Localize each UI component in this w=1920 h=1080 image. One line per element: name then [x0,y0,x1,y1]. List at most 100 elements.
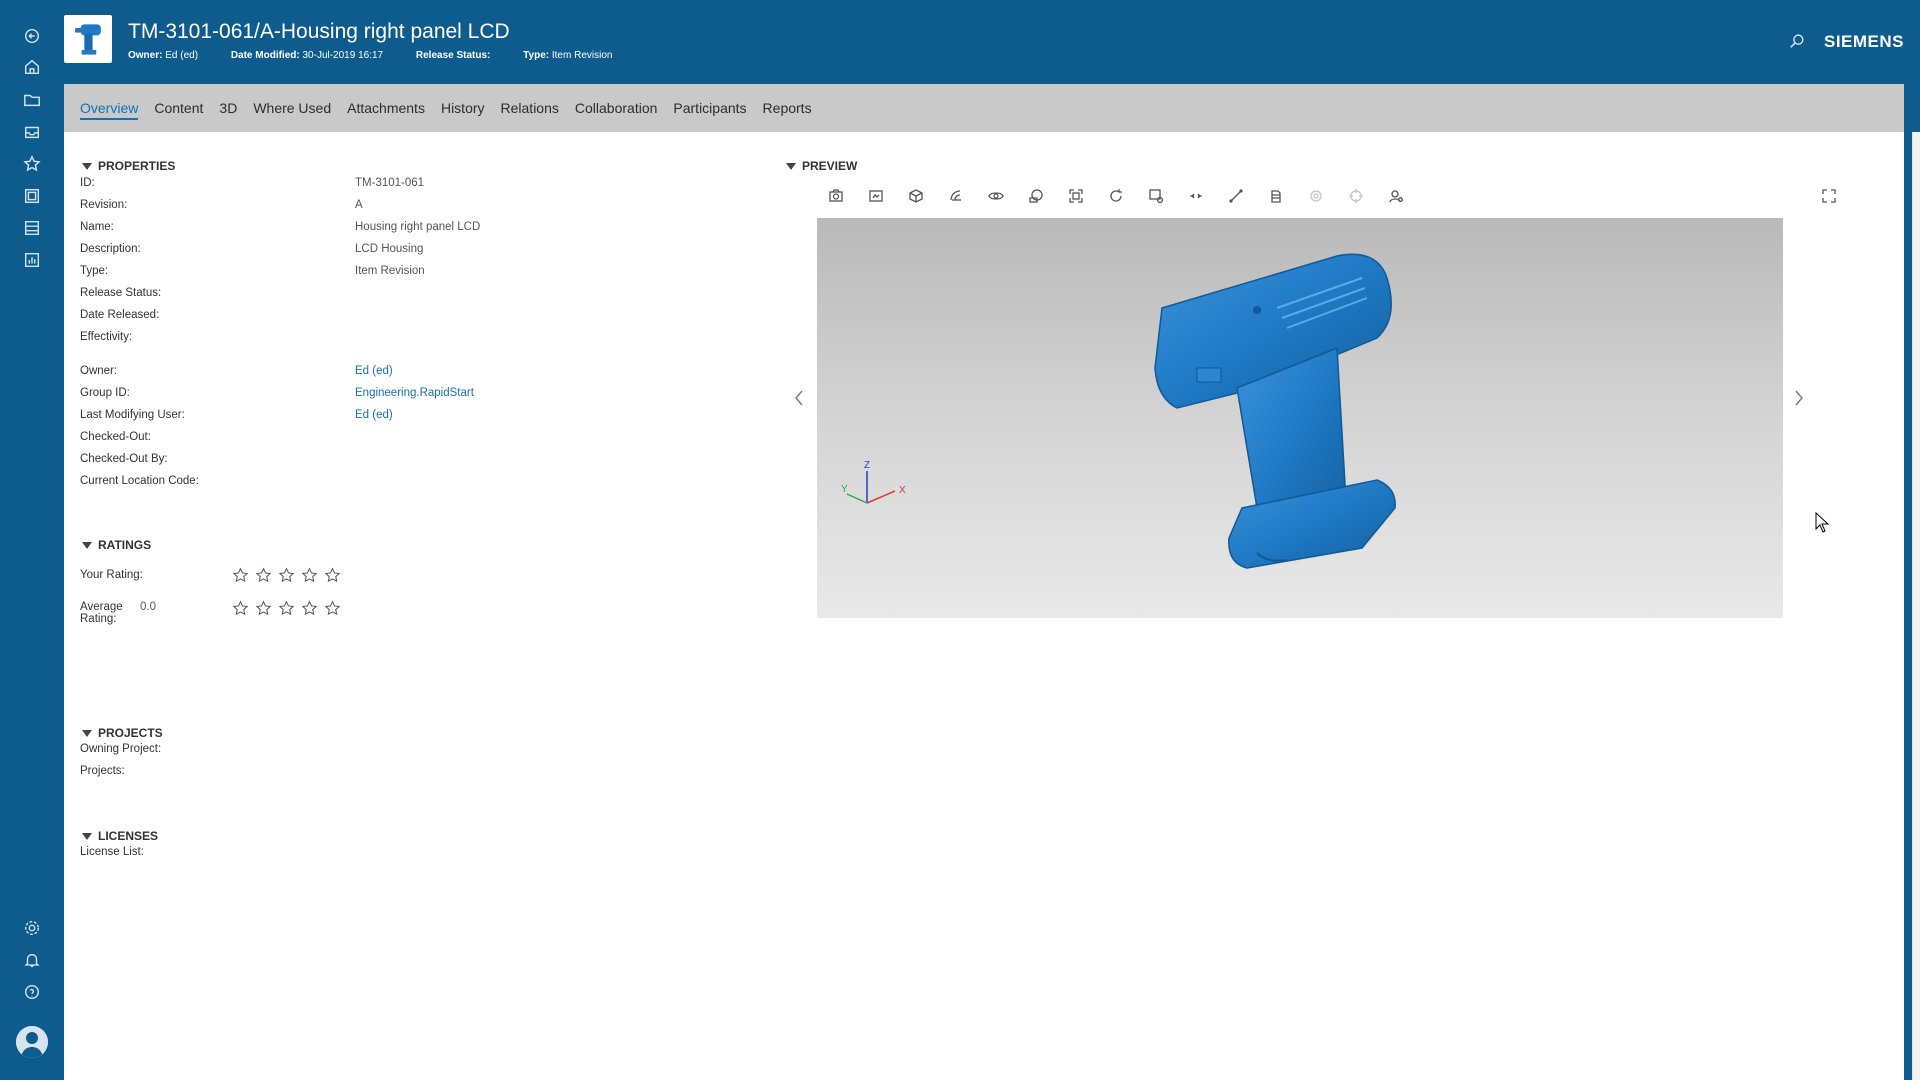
tab-overview[interactable]: Overview [80,84,139,132]
shading-icon[interactable] [944,184,968,208]
collapse-triangle-icon [82,541,92,549]
tab-attachments[interactable]: Attachments [347,84,425,132]
right-tools-rail [1912,132,1920,1080]
user-settings-icon[interactable] [1384,184,1408,208]
collapse-triangle-icon [786,162,796,170]
favorites-star-icon[interactable] [20,152,44,176]
previous-arrow-icon[interactable] [791,386,807,410]
your-rating-label: Your Rating: [80,569,143,581]
tab-collaboration[interactable]: Collaboration [575,84,658,132]
navigation-icon[interactable] [1184,184,1208,208]
release-status-label: Release Status: [415,50,491,61]
drill-housing-model: Z X Y [841,253,1396,569]
properties-section-toggle[interactable]: PROPERTIES [82,159,175,173]
visibility-eye-icon[interactable] [984,184,1008,208]
property-label: Last Modifying User: [80,409,185,421]
disabled-target-icon [1344,184,1368,208]
global-navigation-rail [0,0,64,1080]
inbox-icon[interactable] [20,120,44,144]
ratings-section-toggle[interactable]: RATINGS [82,538,151,552]
model-views-icon[interactable] [1264,184,1288,208]
property-label: Effectivity: [80,331,133,343]
license-list-label: License List: [80,846,144,858]
object-title: TM-3101-061/A-Housing right panel LCD [128,20,510,43]
search-icon[interactable] [1788,32,1808,52]
licenses-section-toggle[interactable]: LICENSES [82,829,158,843]
last-modifying-user-link[interactable]: Ed (ed) [355,409,393,421]
projects-heading: PROJECTS [98,726,163,740]
fullscreen-icon[interactable] [1817,184,1841,208]
property-label: Current Location Code: [80,475,199,487]
back-icon[interactable] [20,24,44,48]
collapse-triangle-icon [82,729,92,737]
star-icon [232,600,255,620]
average-rating-label-2: Rating: [80,613,117,625]
average-rating-label: Average [80,601,123,613]
owner-value: Ed (ed) [165,50,199,61]
property-label: Owner: [80,365,118,377]
tab-where-used[interactable]: Where Used [253,84,331,132]
settings-gear-icon[interactable] [20,916,44,940]
date-modified-label: Date Modified: [230,50,300,61]
group-id-link[interactable]: Engineering.RapidStart [355,387,474,399]
measure-icon[interactable] [1224,184,1248,208]
property-label: Checked-Out By: [80,453,168,465]
date-modified-value: 30-Jul-2019 16:17 [302,50,384,61]
star-icon [255,600,278,620]
average-rating-stars [232,600,347,620]
tab-history[interactable]: History [441,84,485,132]
y-axis-label: Y [841,484,848,495]
properties-heading: PROPERTIES [98,159,176,173]
property-value: TM-3101-061 [355,177,425,189]
object-header: TM-3101-061/A-Housing right panel LCD Ow… [64,0,1904,84]
disabled-gear-icon [1304,184,1328,208]
display-mode-icon[interactable] [904,184,928,208]
tab-content[interactable]: Content [154,84,203,132]
reports-icon[interactable] [20,248,44,272]
property-value: Housing right panel LCD [355,221,481,233]
owner-link[interactable]: Ed (ed) [355,365,393,377]
folder-icon[interactable] [20,88,44,112]
help-icon[interactable] [20,980,44,1004]
star-icon[interactable] [324,567,347,587]
star-icon [301,600,324,620]
image-capture-icon[interactable] [864,184,888,208]
owner-label: Owner: [128,50,163,61]
tab-3d[interactable]: 3D [219,84,237,132]
projects-section-toggle[interactable]: PROJECTS [82,726,163,740]
gallery-icon[interactable] [20,184,44,208]
notifications-bell-icon[interactable] [20,948,44,972]
mouse-cursor-icon [1815,511,1830,534]
licenses-heading: LICENSES [98,829,159,843]
tab-participants[interactable]: Participants [673,84,746,132]
snapshot-icon[interactable] [824,184,848,208]
collapse-triangle-icon [82,832,92,840]
tab-relations[interactable]: Relations [501,84,559,132]
star-icon[interactable] [255,567,278,587]
home-icon[interactable] [20,55,44,79]
changes-icon[interactable] [20,216,44,240]
rotate-icon[interactable] [1104,184,1128,208]
object-meta: Owner: Ed (ed) Date Modified: 30-Jul-201… [128,50,642,61]
next-arrow-icon[interactable] [1791,386,1807,410]
star-icon[interactable] [301,567,324,587]
user-avatar[interactable] [16,1026,48,1058]
3d-viewer-canvas[interactable]: Z X Y [817,218,1783,618]
tab-bar: Overview Content 3D Where Used Attachmen… [64,84,1904,132]
star-icon [324,600,347,620]
star-icon[interactable] [278,567,301,587]
star-icon[interactable] [232,567,255,587]
preview-section-toggle[interactable]: PREVIEW [786,159,857,173]
fit-all-icon[interactable] [1064,184,1088,208]
property-label: Checked-Out: [80,431,151,443]
selection-filter-icon[interactable] [1144,184,1168,208]
section-icon[interactable] [1024,184,1048,208]
your-rating-stars[interactable] [232,567,347,587]
property-label: Release Status: [80,287,162,299]
property-label: Description: [80,243,141,255]
property-label: Revision: [80,199,128,211]
z-axis-label: Z [864,460,870,471]
tab-reports[interactable]: Reports [763,84,812,132]
property-value: LCD Housing [355,243,424,255]
collapse-triangle-icon [82,162,92,170]
